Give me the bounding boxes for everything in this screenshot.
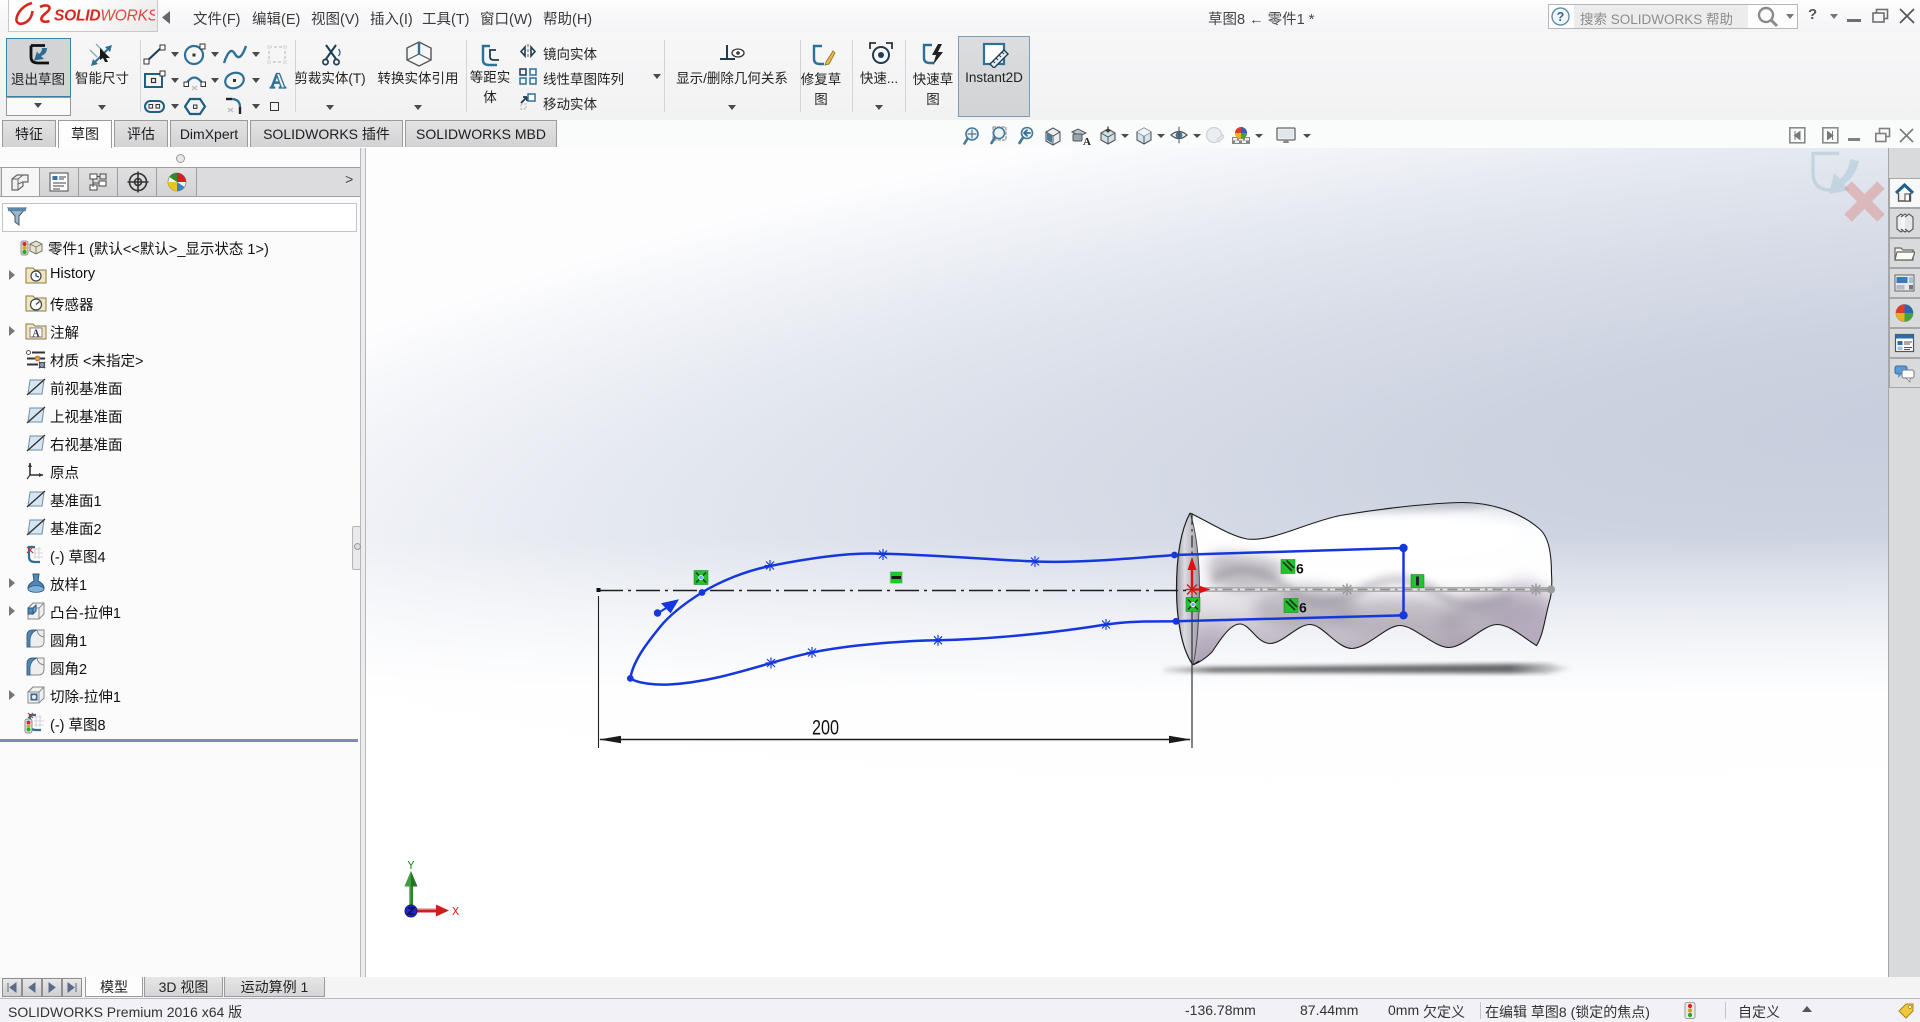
svg-text:?: ?	[1557, 10, 1565, 24]
svg-text:6: 6	[1296, 561, 1304, 577]
svg-text:6: 6	[1299, 600, 1307, 616]
svg-text:Y: Y	[407, 859, 414, 873]
svg-text:200: 200	[812, 717, 839, 740]
svg-text:A: A	[32, 329, 40, 340]
svg-text:SOLIDWORKS: SOLIDWORKS	[54, 8, 155, 25]
svg-text:A: A	[1083, 136, 1091, 147]
svg-text:X: X	[452, 905, 459, 919]
svg-text:A: A	[270, 69, 286, 92]
